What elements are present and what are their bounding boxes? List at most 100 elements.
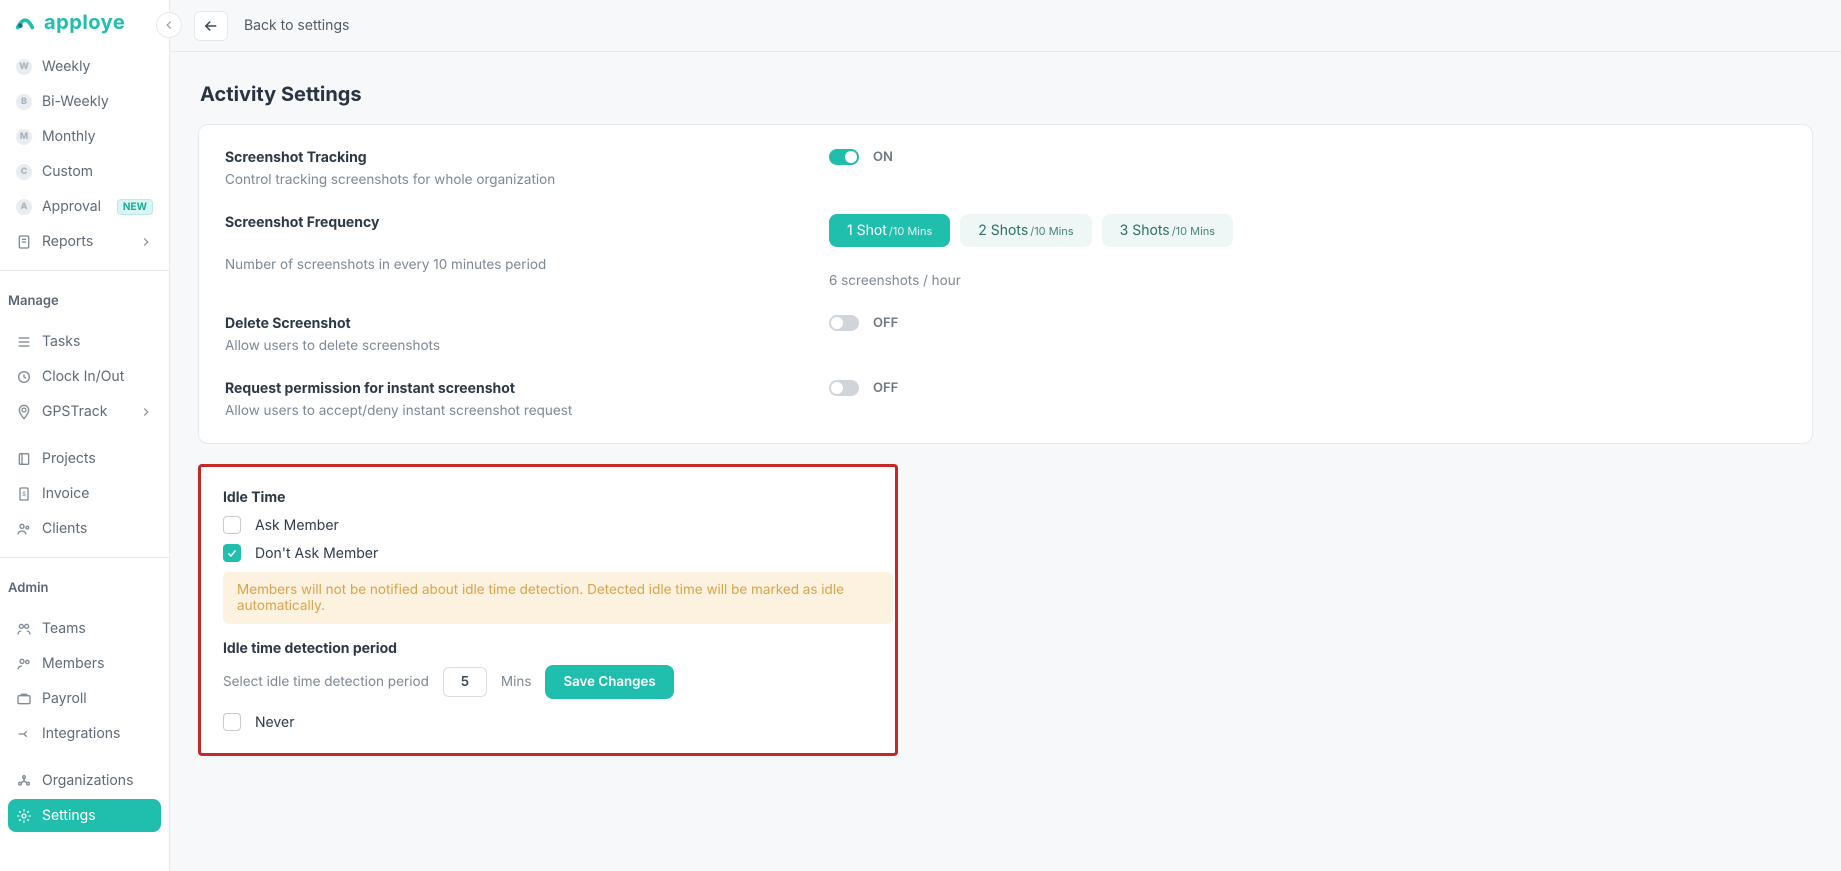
monthly-icon: M <box>16 129 32 145</box>
projects-icon <box>16 451 32 467</box>
brand-logo-icon <box>14 11 36 33</box>
screenshot-tracking-sub: Control tracking screenshots for whole o… <box>225 172 829 188</box>
sidebar-item-gps[interactable]: GPSTrack <box>8 395 161 428</box>
dont-ask-member-checkbox[interactable] <box>223 544 241 562</box>
sidebar-item-label: Members <box>42 655 153 672</box>
freq-sub: /10 Mins <box>1172 224 1215 238</box>
idle-minutes-input[interactable] <box>443 667 487 697</box>
invoice-icon: $ <box>16 486 32 502</box>
chevron-right-icon <box>139 405 153 419</box>
teams-icon <box>16 621 32 637</box>
save-changes-button[interactable]: Save Changes <box>545 665 673 699</box>
sidebar-item-reports[interactable]: Reports <box>8 225 161 258</box>
sidebar-item-label: Payroll <box>42 690 153 707</box>
activity-settings-card: Screenshot Tracking Control tracking scr… <box>198 124 1813 444</box>
ask-member-checkbox[interactable] <box>223 516 241 534</box>
ask-member-label: Ask Member <box>255 517 339 534</box>
sidebar: apploye W Weekly B Bi-Weekly M Monthly <box>0 0 170 871</box>
freq-main: 3 Shots <box>1120 222 1170 239</box>
sidebar-item-clock[interactable]: Clock In/Out <box>8 360 161 393</box>
instant-permission-toggle[interactable] <box>829 380 859 396</box>
back-label: Back to settings <box>244 17 349 34</box>
idle-period-title: Idle time detection period <box>223 640 873 657</box>
sidebar-item-monthly[interactable]: M Monthly <box>8 120 161 153</box>
page-title: Activity Settings <box>200 82 1811 106</box>
never-checkbox[interactable] <box>223 713 241 731</box>
sidebar-item-label: Bi-Weekly <box>42 93 153 110</box>
sidebar-item-weekly[interactable]: W Weekly <box>8 50 161 83</box>
sidebar-item-label: Monthly <box>42 128 153 145</box>
idle-time-title: Idle Time <box>223 489 873 506</box>
sidebar-item-invoice[interactable]: $ Invoice <box>8 477 161 510</box>
sidebar-item-integrations[interactable]: Integrations <box>8 717 161 750</box>
section-manage: Manage <box>0 283 169 315</box>
sidebar-item-label: Organizations <box>42 772 153 789</box>
sidebar-item-projects[interactable]: Projects <box>8 442 161 475</box>
sidebar-item-label: Tasks <box>42 333 153 350</box>
integrations-icon <box>16 726 32 742</box>
screenshot-tracking-title: Screenshot Tracking <box>225 149 829 166</box>
freq-option-1-shot[interactable]: 1 Shot /10 Mins <box>829 214 950 247</box>
freq-hint: 6 screenshots / hour <box>829 273 961 289</box>
sidebar-item-label: Weekly <box>42 58 153 75</box>
reports-icon <box>16 234 32 250</box>
toggle-state-label: OFF <box>873 380 898 396</box>
instant-permission-sub: Allow users to accept/deny instant scree… <box>225 403 829 419</box>
brand[interactable]: apploye <box>0 0 169 48</box>
freq-main: 1 Shot <box>847 222 887 239</box>
screenshot-tracking-toggle[interactable] <box>829 149 859 165</box>
freq-option-3-shots[interactable]: 3 Shots /10 Mins <box>1102 214 1233 247</box>
instant-permission-title: Request permission for instant screensho… <box>225 380 829 397</box>
back-button[interactable] <box>194 11 228 41</box>
sidebar-item-settings[interactable]: Settings <box>8 799 161 832</box>
toggle-state-label: OFF <box>873 315 898 331</box>
sidebar-item-label: GPSTrack <box>42 403 129 420</box>
tasks-icon <box>16 334 32 350</box>
freq-option-2-shots[interactable]: 2 Shots /10 Mins <box>960 214 1091 247</box>
sidebar-item-clients[interactable]: Clients <box>8 512 161 545</box>
sidebar-item-tasks[interactable]: Tasks <box>8 325 161 358</box>
delete-screenshot-sub: Allow users to delete screenshots <box>225 338 829 354</box>
sidebar-item-organizations[interactable]: Organizations <box>8 764 161 797</box>
screenshot-frequency-sub: Number of screenshots in every 10 minute… <box>225 257 829 273</box>
new-badge: NEW <box>117 199 153 215</box>
sidebar-item-teams[interactable]: Teams <box>8 612 161 645</box>
sidebar-item-custom[interactable]: C Custom <box>8 155 161 188</box>
idle-notice: Members will not be notified about idle … <box>223 572 893 624</box>
dont-ask-member-label: Don't Ask Member <box>255 545 378 562</box>
payroll-icon <box>16 691 32 707</box>
sidebar-item-label: Clients <box>42 520 153 537</box>
sidebar-item-members[interactable]: Members <box>8 647 161 680</box>
screenshot-frequency-title: Screenshot Frequency <box>225 214 829 231</box>
never-label: Never <box>255 714 294 731</box>
sidebar-item-label: Integrations <box>42 725 153 742</box>
arrow-left-icon <box>202 17 220 35</box>
check-icon <box>226 547 238 559</box>
sidebar-item-label: Projects <box>42 450 153 467</box>
gps-icon <box>16 404 32 420</box>
org-icon <box>16 773 32 789</box>
sidebar-item-payroll[interactable]: Payroll <box>8 682 161 715</box>
section-admin: Admin <box>0 570 169 602</box>
clock-icon <box>16 369 32 385</box>
sidebar-item-label: Teams <box>42 620 153 637</box>
approval-icon: A <box>16 199 32 215</box>
freq-main: 2 Shots <box>978 222 1028 239</box>
sidebar-item-label: Settings <box>42 807 153 824</box>
sidebar-collapse-button[interactable] <box>156 12 182 38</box>
delete-screenshot-toggle[interactable] <box>829 315 859 331</box>
custom-icon: C <box>16 164 32 180</box>
biweekly-icon: B <box>16 94 32 110</box>
sidebar-item-label: Approval <box>42 198 107 215</box>
brand-name: apploye <box>44 10 125 34</box>
sidebar-item-label: Reports <box>42 233 129 250</box>
svg-text:$: $ <box>22 490 26 498</box>
freq-sub: /10 Mins <box>1030 224 1073 238</box>
clients-icon <box>16 521 32 537</box>
sidebar-item-approval[interactable]: A Approval NEW <box>8 190 161 223</box>
sidebar-item-label: Invoice <box>42 485 153 502</box>
sidebar-item-biweekly[interactable]: B Bi-Weekly <box>8 85 161 118</box>
sidebar-item-label: Custom <box>42 163 153 180</box>
freq-sub: /10 Mins <box>889 224 932 238</box>
topbar: Back to settings <box>170 0 1841 52</box>
